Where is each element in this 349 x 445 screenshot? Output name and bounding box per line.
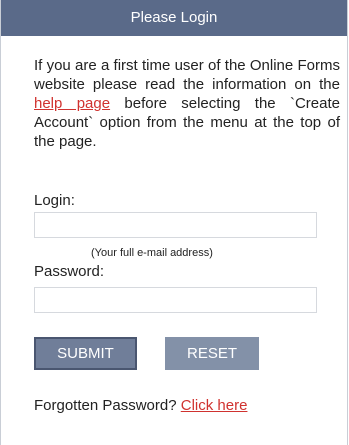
submit-button[interactable]: SUBMIT bbox=[34, 337, 137, 370]
forgot-password-link[interactable]: Click here bbox=[181, 397, 248, 414]
login-label: Login: bbox=[34, 192, 75, 209]
login-input[interactable] bbox=[34, 212, 317, 238]
reset-button[interactable]: RESET bbox=[165, 337, 259, 370]
forgot-password-text: Forgotten Password? bbox=[34, 397, 181, 414]
intro-text-before: If you are a first time user of the Onli… bbox=[34, 57, 340, 93]
password-label: Password: bbox=[34, 263, 105, 280]
password-input[interactable] bbox=[34, 287, 317, 313]
forgot-password: Forgotten Password? Click here bbox=[34, 397, 247, 415]
login-panel: Please Login If you are a first time use… bbox=[0, 0, 348, 445]
login-hint: (Your full e-mail address) bbox=[91, 247, 213, 259]
panel-header: Please Login bbox=[1, 0, 347, 36]
intro-text: If you are a first time user of the Onli… bbox=[34, 56, 340, 151]
help-page-link[interactable]: help page bbox=[34, 95, 110, 112]
